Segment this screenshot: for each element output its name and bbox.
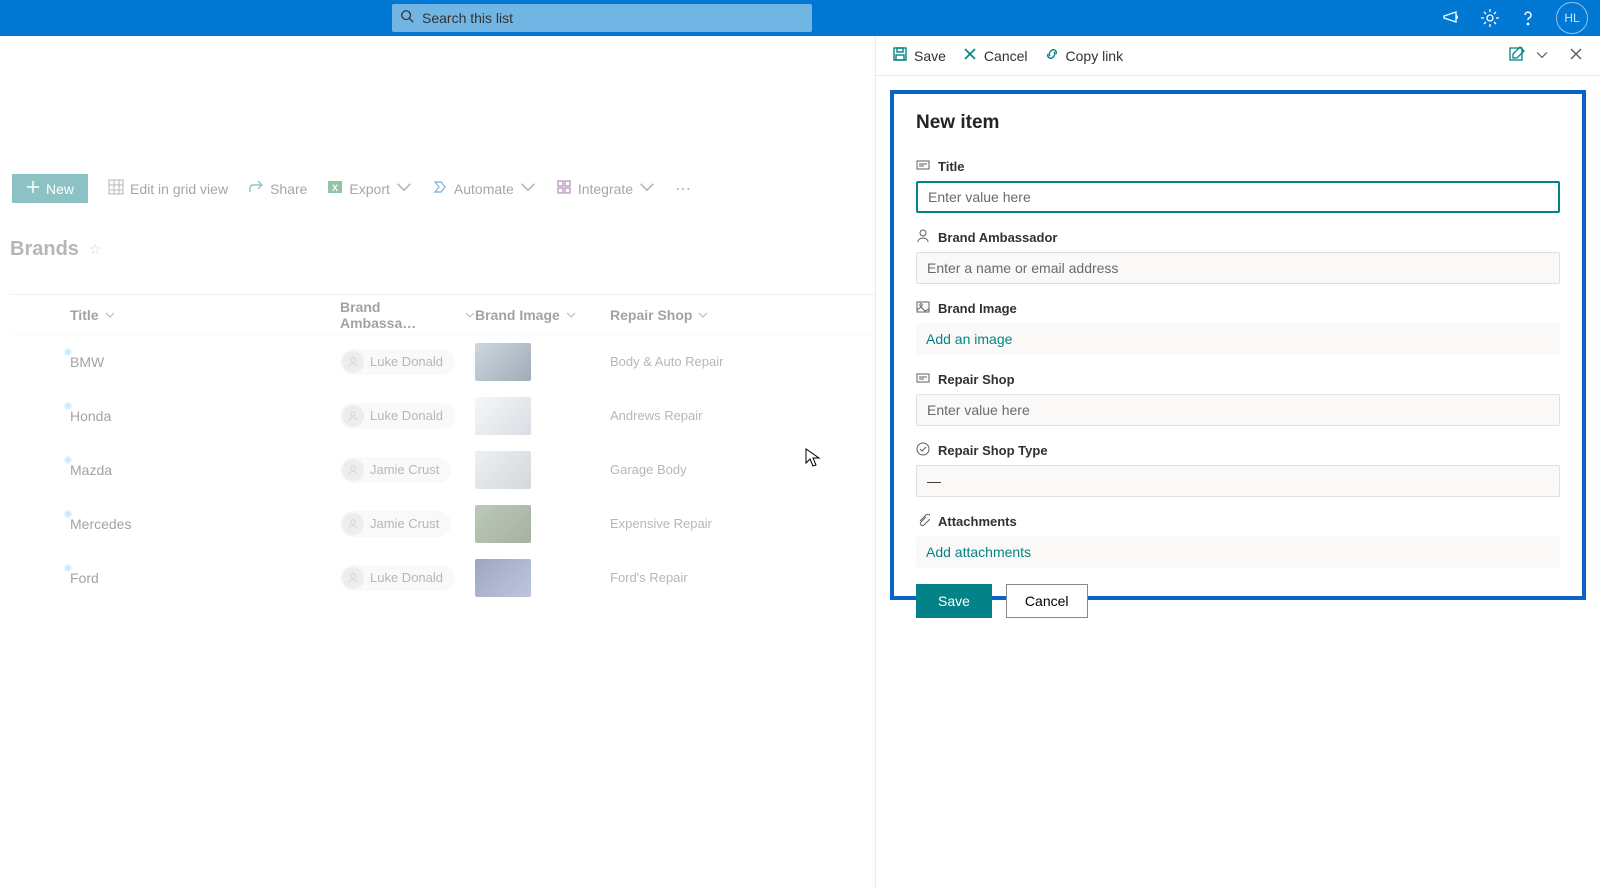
- search-input[interactable]: [414, 10, 804, 26]
- attachments-box[interactable]: Add attachments: [916, 536, 1560, 568]
- save-icon: [892, 46, 908, 65]
- field-brand-image: Brand Image Add an image: [916, 300, 1560, 355]
- image-icon: [916, 300, 930, 317]
- ambassador-input-box[interactable]: [916, 252, 1560, 284]
- field-brand-ambassador: Brand Ambassador: [916, 229, 1560, 284]
- brand-image-box[interactable]: Add an image: [916, 323, 1560, 355]
- field-repair-shop-label: Repair Shop: [938, 372, 1015, 387]
- add-attachments-link[interactable]: Add attachments: [926, 540, 1031, 564]
- close-icon: [962, 46, 978, 65]
- form-buttons: Save Cancel: [916, 584, 1560, 618]
- field-brand-image-label: Brand Image: [938, 301, 1017, 316]
- panel-cancel-label: Cancel: [984, 48, 1028, 64]
- copy-link-button[interactable]: Copy link: [1044, 46, 1124, 65]
- help-icon[interactable]: [1518, 8, 1538, 28]
- repair-shop-input[interactable]: [927, 402, 1549, 418]
- avatar-initials: HL: [1564, 11, 1579, 25]
- field-repair-shop: Repair Shop: [916, 371, 1560, 426]
- attachment-icon: [916, 513, 930, 530]
- panel-save-button[interactable]: Save: [892, 46, 946, 65]
- copy-link-label: Copy link: [1066, 48, 1124, 64]
- field-repair-shop-type-label: Repair Shop Type: [938, 443, 1048, 458]
- search-box[interactable]: [392, 4, 812, 32]
- field-ambassador-label: Brand Ambassador: [938, 230, 1057, 245]
- gear-icon[interactable]: [1480, 8, 1500, 28]
- form-container: New item Title Brand Ambassador: [890, 90, 1586, 600]
- field-repair-shop-type: Repair Shop Type —: [916, 442, 1560, 497]
- form-title: New item: [916, 112, 1560, 134]
- header-right-actions: HL: [1442, 2, 1588, 34]
- field-attachments: Attachments Add attachments: [916, 513, 1560, 568]
- side-panel: Save Cancel Copy link: [875, 36, 1600, 888]
- person-icon: [916, 229, 930, 246]
- ambassador-input[interactable]: [927, 260, 1549, 276]
- link-icon: [1044, 46, 1060, 65]
- repair-shop-type-value: —: [927, 473, 941, 489]
- field-title: Title: [916, 158, 1560, 213]
- app-header: HL: [0, 0, 1600, 36]
- text-icon: [916, 158, 930, 175]
- panel-toolbar: Save Cancel Copy link: [876, 36, 1600, 76]
- page: New Edit in grid view Share X Export A: [0, 36, 1600, 888]
- field-title-label: Title: [938, 159, 965, 174]
- edit-form-icon[interactable]: [1508, 45, 1526, 66]
- cancel-button[interactable]: Cancel: [1006, 584, 1088, 618]
- choice-icon: [916, 442, 930, 459]
- close-panel-icon[interactable]: [1568, 46, 1584, 65]
- panel-right-actions: [1508, 45, 1584, 66]
- megaphone-icon[interactable]: [1442, 8, 1462, 28]
- avatar[interactable]: HL: [1556, 2, 1588, 34]
- title-input-box[interactable]: [916, 181, 1560, 213]
- repair-shop-input-box[interactable]: [916, 394, 1560, 426]
- title-input[interactable]: [928, 189, 1548, 205]
- repair-shop-type-select[interactable]: —: [916, 465, 1560, 497]
- save-button[interactable]: Save: [916, 584, 992, 618]
- panel-save-label: Save: [914, 48, 946, 64]
- search-icon: [400, 9, 414, 28]
- panel-cancel-button[interactable]: Cancel: [962, 46, 1028, 65]
- field-attachments-label: Attachments: [938, 514, 1017, 529]
- add-image-link[interactable]: Add an image: [926, 327, 1012, 351]
- chevron-down-icon[interactable]: [1536, 48, 1548, 64]
- text-icon: [916, 371, 930, 388]
